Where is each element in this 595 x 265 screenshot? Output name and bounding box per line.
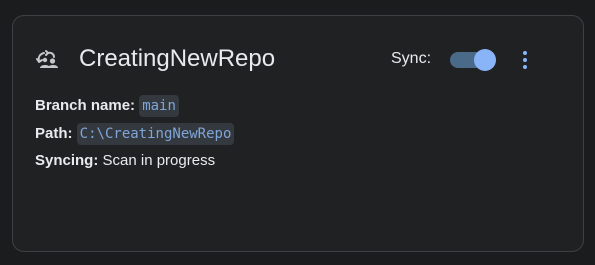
sync-label: Sync: — [391, 50, 432, 67]
syncing-row: Syncing: Scan in progress — [35, 149, 215, 173]
syncing-status: Scan in progress — [102, 152, 216, 169]
branch-label: Branch name: — [35, 97, 136, 114]
more-vertical-icon[interactable] — [518, 48, 532, 72]
syncing-label: Syncing: — [35, 152, 99, 169]
repo-title: CreatingNewRepo — [79, 45, 276, 72]
path-row: Path: C:\CreatingNewRepo — [35, 122, 235, 146]
branch-value: main — [139, 95, 179, 117]
sync-toggle[interactable] — [450, 49, 498, 71]
sync-repo-icon — [36, 50, 58, 68]
branch-row: Branch name: main — [35, 94, 179, 118]
sync-toggle-thumb[interactable] — [474, 49, 496, 71]
path-label: Path: — [35, 125, 73, 142]
path-value: C:\CreatingNewRepo — [76, 123, 235, 145]
